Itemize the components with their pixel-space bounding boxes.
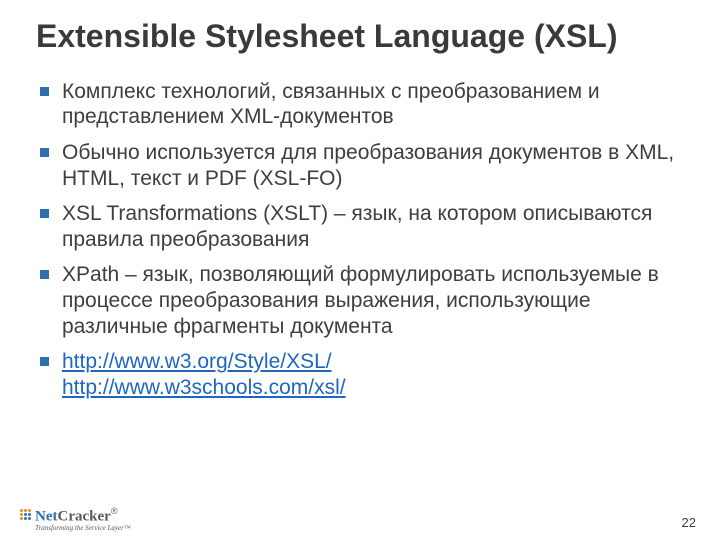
bullet-text: XPath – язык, позволяющий формулировать … xyxy=(62,263,659,337)
link-w3schools-xsl[interactable]: http://www.w3schools.com/xsl/ xyxy=(62,376,346,399)
slide-footer: NetCracker® Transforming the Service Lay… xyxy=(0,498,720,540)
logo-text: NetCracker® Transforming the Service Lay… xyxy=(35,507,131,532)
logo-name: NetCracker® xyxy=(35,507,131,524)
bullet-text: XSL Transformations (XSLT) – язык, на ко… xyxy=(62,202,652,251)
bullet-list: Комплекс технологий, связанных с преобра… xyxy=(36,79,684,401)
slide: Extensible Stylesheet Language (XSL) Ком… xyxy=(0,0,720,540)
bullet-text: Обычно используется для преобразования д… xyxy=(62,141,674,190)
logo-mark-icon xyxy=(20,507,31,520)
bullet-text: Комплекс технологий, связанных с преобра… xyxy=(62,80,600,129)
page-number: 22 xyxy=(682,515,696,530)
list-item: XPath – язык, позволяющий формулировать … xyxy=(36,262,684,339)
netcracker-logo: NetCracker® Transforming the Service Lay… xyxy=(20,507,131,532)
link-w3-xsl[interactable]: http://www.w3.org/Style/XSL/ xyxy=(62,350,332,373)
logo-tagline: Transforming the Service Layer™ xyxy=(35,525,131,532)
list-item: XSL Transformations (XSLT) – язык, на ко… xyxy=(36,201,684,252)
list-item: Комплекс технологий, связанных с преобра… xyxy=(36,79,684,130)
logo-cracker: Cracker xyxy=(58,508,111,524)
list-item: Обычно используется для преобразования д… xyxy=(36,140,684,191)
logo-net: Net xyxy=(35,508,58,524)
list-item-links: http://www.w3.org/Style/XSL/ http://www.… xyxy=(36,349,684,400)
slide-title: Extensible Stylesheet Language (XSL) xyxy=(36,18,684,55)
logo-reg: ® xyxy=(111,506,118,516)
